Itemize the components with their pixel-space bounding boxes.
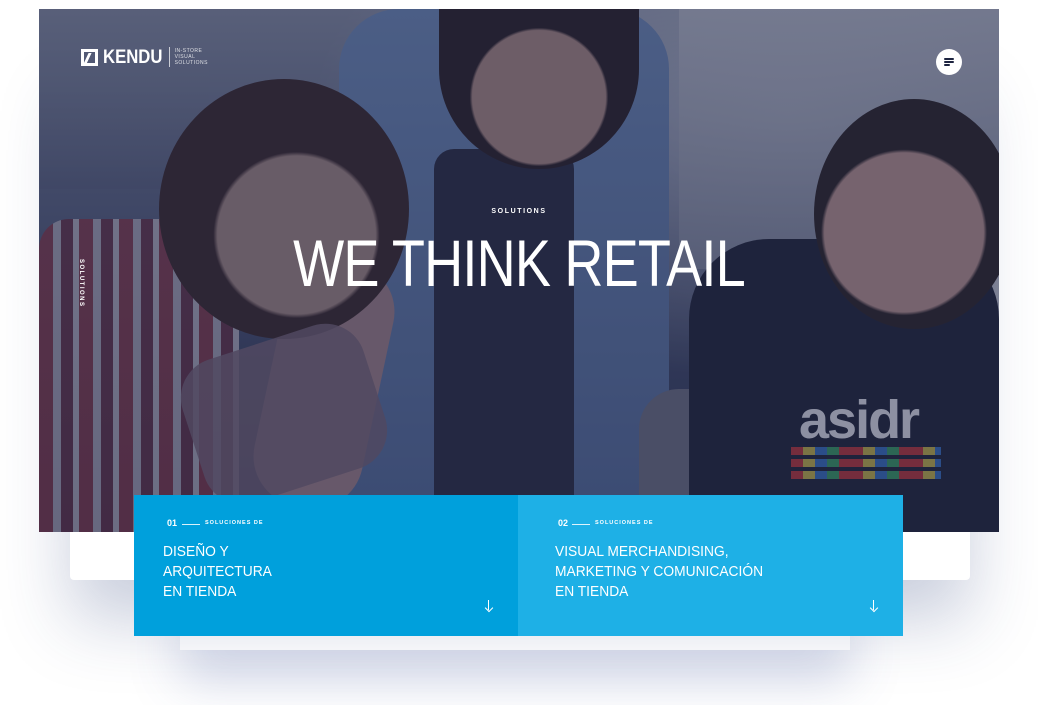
card-title-line: ARQUITECTURA — [163, 563, 272, 580]
logo-icon — [81, 48, 98, 66]
logo-divider — [168, 47, 170, 67]
arrow-down-icon[interactable] — [484, 600, 494, 614]
solution-card-visual-merchandising[interactable]: 02 SOLUCIONES DE VISUAL MERCHANDISING, M… — [518, 495, 903, 636]
card-divider-line — [572, 524, 590, 525]
solution-card-design[interactable]: 01 SOLUCIONES DE DISEÑO Y ARQUITECTURA E… — [134, 495, 518, 636]
card-title-line: EN TIENDA — [163, 583, 237, 600]
card-title: DISEÑO Y ARQUITECTURA EN TIENDA — [163, 542, 467, 602]
logo-text: KENDU — [103, 46, 163, 68]
hero-eyebrow: SOLUTIONS — [491, 208, 547, 215]
card-divider-line — [182, 524, 200, 525]
card-title: VISUAL MERCHANDISING, MARKETING Y COMUNI… — [555, 542, 859, 602]
card-number: 02 — [558, 518, 569, 528]
card-kicker: SOLUCIONES DE — [205, 520, 264, 526]
card-title-line: VISUAL MERCHANDISING, — [555, 543, 729, 560]
menu-button[interactable] — [936, 49, 962, 75]
card-title-line: MARKETING Y COMUNICACIÓN — [555, 563, 764, 580]
logo-tagline-line: SOLUTIONS — [174, 60, 208, 66]
logo-tagline: IN-STORE VISUAL SOLUTIONS — [175, 48, 208, 66]
card-kicker: SOLUCIONES DE — [595, 520, 654, 526]
logo[interactable]: KENDU IN-STORE VISUAL SOLUTIONS — [81, 47, 208, 67]
side-section-label: SOLUTIONS — [78, 259, 84, 308]
hero-title: WE THINK RETAIL — [293, 226, 746, 300]
hero-section: asidr KENDU IN-STORE VISUAL SOLUTIONS SO… — [39, 9, 999, 532]
card-number: 01 — [167, 518, 178, 528]
card-title-line: DISEÑO Y — [163, 543, 229, 560]
card-title-line: EN TIENDA — [555, 583, 629, 600]
arrow-down-icon[interactable] — [869, 600, 879, 614]
